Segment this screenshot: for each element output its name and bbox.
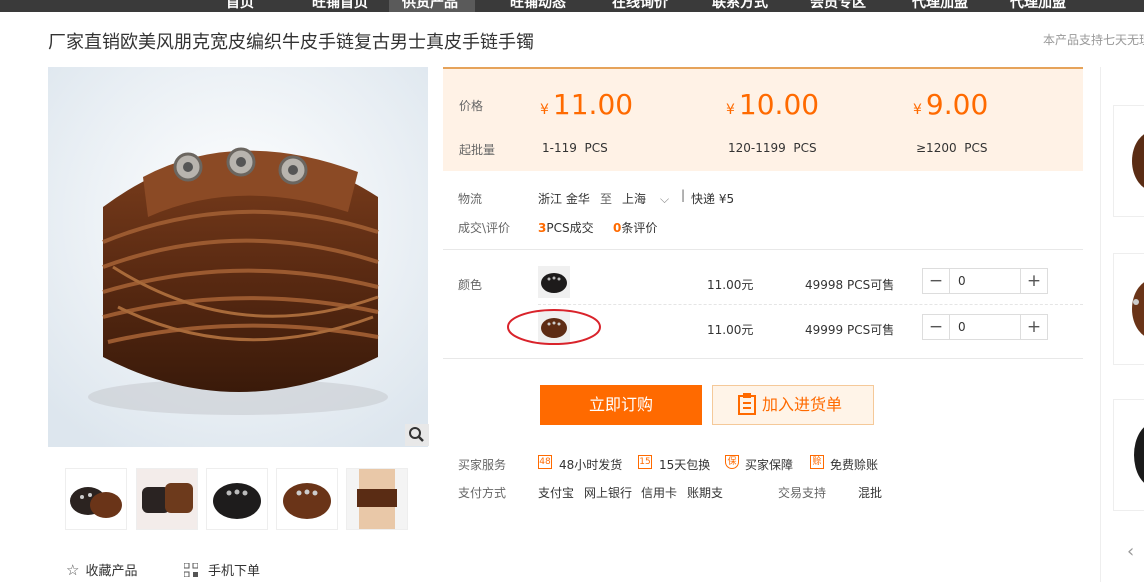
chevron-left-icon[interactable]: ‹ <box>1127 541 1134 562</box>
star-icon: ☆ <box>66 561 80 579</box>
moq-label: 起批量 <box>459 143 496 157</box>
sku-stock-2: 49999 PCS可售 <box>805 323 895 337</box>
sku-thumb-black[interactable] <box>538 266 570 298</box>
quantity-input[interactable]: 0 <box>950 269 1028 293</box>
service-credit[interactable]: 免费赊账 <box>830 456 878 473</box>
trade-support-value: 混批 <box>858 486 883 500</box>
credit-icon: 赊 <box>810 455 824 469</box>
nav-item-contact[interactable]: 联系方式 <box>712 0 768 12</box>
logistics-origin: 浙江 金华 <box>538 192 590 206</box>
thumbnail-2[interactable] <box>136 468 198 530</box>
bracelet-image <box>48 67 428 447</box>
review-count[interactable]: 0条评价 <box>613 219 657 236</box>
price-label: 价格 <box>459 99 484 113</box>
nav-item-inquiry[interactable]: 在线询价 <box>612 0 668 12</box>
sku-price-2: 11.00元 <box>707 323 754 337</box>
logistics-label: 物流 <box>458 192 483 206</box>
trade-support-label: 交易支持 <box>778 486 827 500</box>
qrcode-icon <box>183 562 199 578</box>
express-fee: 快递 ¥5 <box>691 192 735 206</box>
mobile-order-label: 手机下单 <box>208 564 261 579</box>
shipping-48h-icon: 48 <box>538 455 552 469</box>
sold-count[interactable]: 3PCS成交 <box>538 219 594 236</box>
nav-item-home[interactable]: 首页 <box>226 0 254 12</box>
service-note: 本产品支持七天无理 <box>1043 33 1144 47</box>
top-nav: 首页 旺铺首页 供货产品 旺铺动态 在线询价 联系方式 会员专区 代理加盟 代理… <box>0 0 1144 12</box>
related-product-3[interactable] <box>1113 399 1144 511</box>
related-product-1[interactable] <box>1113 105 1144 217</box>
divider <box>443 249 1083 250</box>
nav-item-join[interactable]: 代理加盟 <box>1010 0 1066 12</box>
sku-price-1: 11.00元 <box>707 278 754 292</box>
payment-online-bank: 网上银行 <box>584 486 633 500</box>
zoom-icon[interactable] <box>405 424 429 446</box>
deals-label: 成交\评价 <box>458 221 511 235</box>
range-tier-3: ≥1200 PCS <box>916 141 988 155</box>
thumbnail-1[interactable] <box>65 468 127 530</box>
range-tier-1: 1-119 PCS <box>542 141 608 155</box>
service-15d[interactable]: 15天包换 <box>659 456 710 473</box>
price-tier-1: ¥11.00 <box>540 88 634 121</box>
sku-divider <box>538 304 1083 305</box>
payment-credit-card: 信用卡 <box>641 486 678 500</box>
favorite-link[interactable]: ☆ 收藏产品 <box>66 560 137 579</box>
add-to-cart-label: 加入进货单 <box>762 395 843 414</box>
related-product-2[interactable] <box>1113 253 1144 365</box>
thumbnail-4[interactable] <box>276 468 338 530</box>
service-protection[interactable]: 买家保障 <box>745 456 793 473</box>
product-title: 厂家直销欧美风朋克宽皮编织牛皮手链复古男士真皮手链手镯 <box>48 32 534 53</box>
sku-stock-1: 49998 PCS可售 <box>805 278 895 292</box>
logistics-destination-select[interactable]: 上海 ⌵ <box>622 190 669 207</box>
price-panel: 价格 起批量 ¥11.00 ¥10.00 ¥9.00 1-119 PCS 120… <box>443 67 1083 171</box>
logistics-to-word: 至 <box>600 192 613 206</box>
minus-button[interactable]: − <box>923 269 950 293</box>
chevron-down-icon: ⌵ <box>660 192 670 206</box>
services-label: 买家服务 <box>458 458 507 472</box>
nav-item-news[interactable]: 旺铺动态 <box>510 0 566 12</box>
buy-now-button[interactable]: 立即订购 <box>540 385 702 425</box>
plus-button[interactable]: + <box>1020 269 1047 293</box>
nav-item-products[interactable]: 供货产品 <box>402 0 458 12</box>
nav-item-members[interactable]: 会员专区 <box>810 0 866 12</box>
range-tier-2: 120-1199 PCS <box>728 141 817 155</box>
red-highlight-circle <box>507 309 601 345</box>
thumbnail-3[interactable] <box>206 468 268 530</box>
color-label: 颜色 <box>458 278 483 292</box>
buyer-protection-icon: 保 <box>725 455 739 469</box>
payment-installment: 账期支 <box>687 486 724 500</box>
price-tier-3: ¥9.00 <box>913 88 989 121</box>
plus-button[interactable]: + <box>1020 315 1047 339</box>
main-product-image[interactable] <box>48 67 428 447</box>
clipboard-icon <box>738 391 756 415</box>
nav-item-agent[interactable]: 代理加盟 <box>912 0 968 12</box>
exchange-15d-icon: 15 <box>638 455 652 469</box>
mobile-order-link[interactable]: 手机下单 <box>183 560 261 579</box>
thumbnail-5[interactable] <box>346 468 408 530</box>
quantity-input[interactable]: 0 <box>950 315 1028 339</box>
minus-button[interactable]: − <box>923 315 950 339</box>
nav-item-shop-home[interactable]: 旺铺首页 <box>312 0 368 12</box>
divider <box>443 358 1083 359</box>
quantity-stepper-2[interactable]: − 0 + <box>922 314 1048 340</box>
quantity-stepper-1[interactable]: − 0 + <box>922 268 1048 294</box>
price-tier-2: ¥10.00 <box>726 88 820 121</box>
payment-label: 支付方式 <box>458 486 507 500</box>
separator: | <box>681 188 686 202</box>
payment-alipay: 支付宝 <box>538 486 575 500</box>
add-to-cart-button[interactable]: 加入进货单 <box>712 385 874 425</box>
service-48h[interactable]: 48小时发货 <box>559 456 622 473</box>
favorite-label: 收藏产品 <box>85 564 138 579</box>
